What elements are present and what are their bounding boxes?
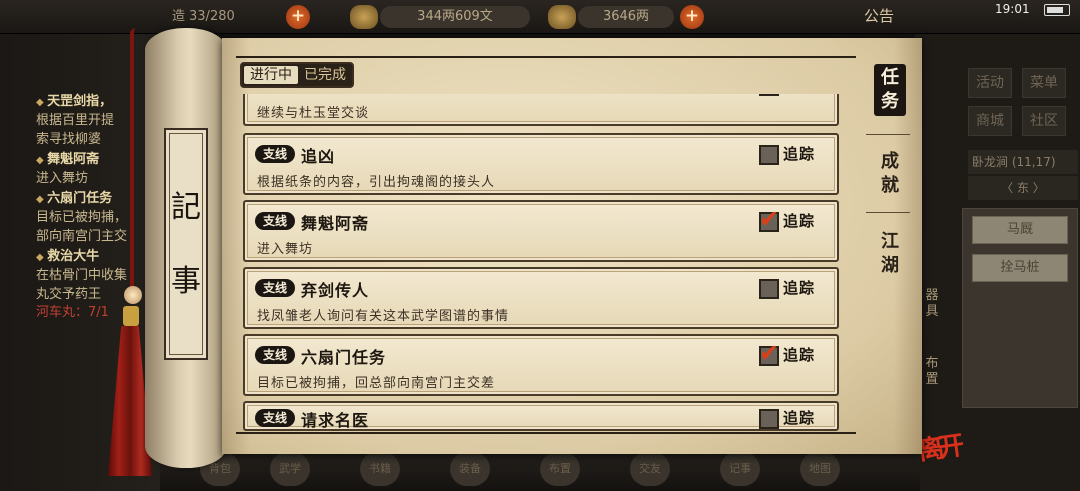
quest-card[interactable]: 支线 六扇门任务 目标已被拘捕，回总部向南宫门主交差 ✔ 追踪 [243, 334, 839, 396]
side-quest-badge: 支线 [255, 279, 295, 297]
quest-card[interactable]: 支线 弃剑传人 找凤雏老人询问有关这本武学图谱的事情 追踪 [243, 267, 839, 329]
leave-button[interactable]: 离开 [916, 425, 961, 467]
tab-tasks[interactable]: 任务 [874, 64, 906, 116]
track-label: 追踪 [783, 279, 816, 297]
quest-card[interactable]: 支线 追凶 根据纸条的内容，引出拘魂阁的接头人 追踪 [243, 133, 839, 195]
scroll-title-char: 記 [171, 190, 201, 225]
books-icon[interactable]: 书籍 [360, 452, 400, 486]
track-checkbox[interactable] [759, 409, 779, 429]
bg-quest-line: 根据百里开提 [36, 113, 115, 128]
side-quest-badge: 支线 [255, 346, 295, 364]
ingot-display: 3646两 [578, 6, 674, 28]
bg-quest-line: 天罡剑指， [36, 92, 112, 112]
category-tabs: 任务 成就 江湖 [866, 56, 910, 436]
side-quest-badge: 支线 [255, 145, 295, 163]
martial-arts-icon[interactable]: 武学 [270, 452, 310, 486]
hitching-post-button[interactable]: 拴马桩 [972, 254, 1068, 282]
checkmark-icon: ✔ [759, 205, 780, 233]
bg-quest-line: 河车丸：7/1 [36, 305, 109, 320]
quest-title: 六扇门任务 [301, 348, 387, 367]
track-checkbox[interactable] [759, 279, 779, 299]
money-pouch-icon [350, 5, 378, 29]
quest-title: 舞魁阿斋 [301, 214, 370, 233]
bg-quest-line: 进入舞坊 [36, 171, 89, 186]
quest-title: 弃剑传人 [301, 281, 370, 300]
add-capacity-button[interactable]: + [286, 5, 310, 29]
quest-description: 找凤雏老人询问有关这本武学图谱的事情 [257, 309, 510, 324]
community-button[interactable]: 社区 [1022, 106, 1066, 136]
quest-description: 目标已被拘捕，回总部向南宫门主交差 [257, 376, 496, 391]
tab-divider [866, 212, 910, 213]
battery-icon [1044, 4, 1070, 16]
jade-bead-icon [124, 286, 142, 304]
menu-button[interactable]: 菜单 [1022, 68, 1066, 98]
friends-icon[interactable]: 交友 [630, 452, 670, 486]
bg-quest-line: 部向南宫门主交 [36, 229, 128, 244]
equipment-icon[interactable]: 装备 [450, 452, 490, 486]
ingot-icon [548, 5, 576, 29]
tab-completed[interactable]: 已完成 [300, 66, 350, 84]
bg-quest-line: 舞魁阿斋 [36, 150, 99, 170]
scroll-title-char: 事 [171, 264, 201, 299]
track-checkbox[interactable] [759, 145, 779, 165]
bg-quest-line: 目标已被拘捕， [36, 210, 128, 225]
layout-side-label[interactable]: 布置 [924, 356, 940, 388]
shop-button[interactable]: 商城 [968, 106, 1012, 136]
money-display: 344两609文 [380, 6, 530, 28]
bg-quest-line: 救治大牛 [36, 247, 99, 267]
track-checkbox-checked[interactable]: ✔ [759, 206, 779, 232]
direction-selector[interactable]: 〈 东 〉 [968, 176, 1078, 200]
journal-icon[interactable]: 记事 [720, 452, 760, 486]
bg-quest-line: 六扇门任务 [36, 189, 112, 209]
bg-quest-line: 索寻找柳婆 [36, 132, 102, 147]
stable-button[interactable]: 马厩 [972, 216, 1068, 244]
top-status-bar: 造 33/280 + 344两609文 3646两 + 公告 19:01 [0, 0, 1080, 34]
add-ingot-button[interactable]: + [680, 5, 704, 29]
map-icon[interactable]: 地图 [800, 452, 840, 486]
tab-achievements[interactable]: 成就 [874, 150, 906, 198]
tab-divider [866, 134, 910, 135]
system-clock: 19:01 [995, 2, 1030, 16]
checkmark-icon: ✔ [759, 339, 780, 367]
quest-card[interactable]: 支线 舞魁阿斋 进入舞坊 ✔ 追踪 [243, 200, 839, 262]
track-label: 追踪 [783, 409, 816, 427]
bg-quest-line: 在枯骨门中收集 [36, 268, 128, 283]
tools-side-label[interactable]: 器具 [924, 288, 940, 320]
activity-button[interactable]: 活动 [968, 68, 1012, 98]
track-label: 追踪 [783, 346, 816, 364]
tab-in-progress[interactable]: 进行中 [244, 66, 298, 84]
tassel-cap [123, 306, 139, 326]
track-label: 追踪 [783, 145, 816, 163]
side-quest-badge: 支线 [255, 212, 295, 230]
bg-quest-line: 丸交予药王 [36, 287, 102, 302]
layout-icon[interactable]: 布置 [540, 452, 580, 486]
quest-description: 继续与杜玉堂交谈 [257, 106, 370, 121]
notice-button[interactable]: 公告 [864, 5, 894, 26]
scroll-title-plaque: 記 事 [164, 128, 208, 360]
track-label: 追踪 [783, 212, 816, 230]
quest-title: 追凶 [301, 147, 336, 166]
tassel-cord [130, 28, 136, 298]
quest-title: 请求名医 [301, 411, 370, 430]
track-checkbox-checked[interactable]: ✔ [759, 340, 779, 366]
quest-description: 根据纸条的内容，引出拘魂阁的接头人 [257, 175, 496, 190]
inventory-capacity-label: 造 33/280 [172, 9, 235, 24]
status-tab-group: 进行中 已完成 [240, 62, 354, 88]
tab-jianghu[interactable]: 江湖 [874, 230, 906, 278]
quest-card[interactable]: 支线 请求名医 追踪 [243, 401, 839, 431]
quest-description: 进入舞坊 [257, 242, 314, 257]
location-readout: 卧龙涧 (11,17) [968, 150, 1078, 174]
side-quest-badge: 支线 [255, 409, 295, 427]
